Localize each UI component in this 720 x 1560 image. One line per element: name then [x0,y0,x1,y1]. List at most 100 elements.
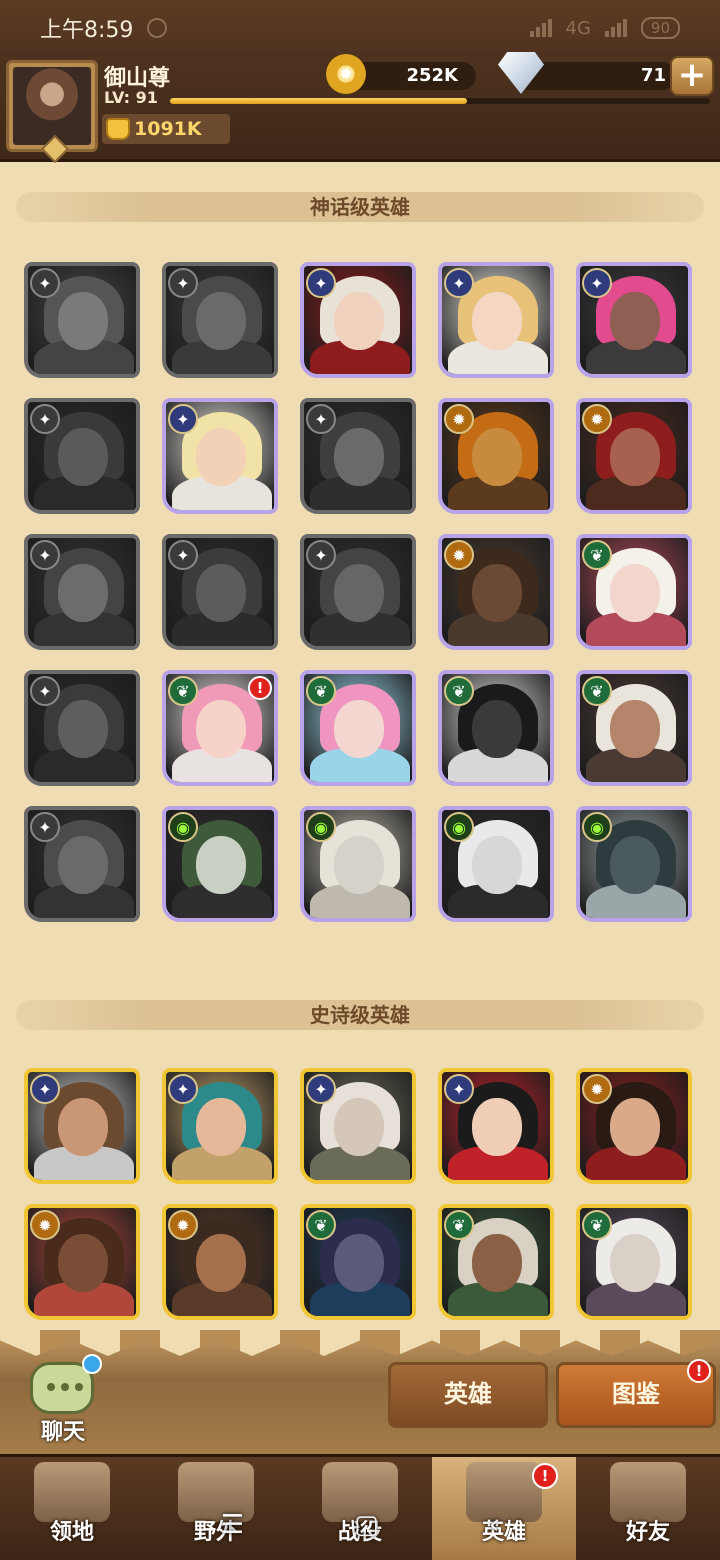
none-faction-icon: ✦ [306,404,336,434]
mythic-hero-card[interactable]: ✦ [162,262,278,378]
epic-hero-card[interactable]: ✹ [576,1068,692,1184]
wilder-faction-icon: ❦ [168,676,198,706]
epic-hero-card[interactable]: ✹ [24,1204,140,1320]
lightbearer-faction-icon: ✦ [306,1074,336,1104]
mythic-hero-card[interactable]: ◉ [576,806,692,922]
chat-button[interactable]: 聊天 [18,1354,108,1446]
mythic-hero-card[interactable]: ✦ [162,534,278,650]
battery-indicator: 90 [640,17,680,39]
chat-notification-dot [82,1354,102,1374]
lightbearer-faction-icon: ✦ [444,1074,474,1104]
avatar [13,67,91,145]
none-faction-icon: ✦ [168,540,198,570]
xp-progress-bar [170,98,710,104]
mauler-faction-icon: ✹ [444,540,474,570]
graveborn-faction-icon: ◉ [306,812,336,842]
mythic-hero-card[interactable]: ✦ [162,398,278,514]
tab-codex-label: 图鉴 [612,1380,660,1408]
graveborn-faction-icon: ◉ [582,812,612,842]
network-type: 4G [565,17,591,39]
mythic-hero-card[interactable]: ✹ [438,534,554,650]
player-avatar-frame[interactable] [6,60,98,164]
lightbearer-faction-icon: ✦ [582,268,612,298]
epic-hero-card[interactable]: ❦ [438,1204,554,1320]
mythic-hero-card[interactable]: ✹ [438,398,554,514]
mythic-hero-card[interactable]: ✦ [24,262,140,378]
mythic-hero-card[interactable]: ✦ [24,806,140,922]
mythic-section-title: 神话级英雄 [16,192,704,222]
epic-hero-card[interactable]: ❦ [300,1204,416,1320]
mauler-faction-icon: ✹ [582,1074,612,1104]
none-faction-icon: ✦ [30,812,60,842]
lightbearer-faction-icon: ✦ [168,404,198,434]
signal-icon [529,19,552,37]
status-bar: 上午8:59 4G 90 [0,0,720,56]
epic-hero-card[interactable]: ✦ [162,1068,278,1184]
signal-icon-secondary [604,19,627,37]
system-back-button[interactable]: ‹ [489,1510,499,1540]
mythic-hero-card[interactable]: ✦ [24,534,140,650]
alarm-icon [147,18,168,38]
fist-icon [106,118,130,140]
wilder-faction-icon: ❦ [306,1210,336,1240]
mythic-hero-card[interactable]: ✦ [24,398,140,514]
epic-hero-grid: ✦ ✦ ✦ ✦ ✹ ✹ ✹ ❦ ❦ ❦ [24,1068,700,1320]
gold-coin-icon: ✹ [326,54,366,94]
hero-alert-badge: ! [248,676,272,700]
epic-hero-card[interactable]: ✦ [438,1068,554,1184]
mythic-hero-card[interactable]: ✦ [300,534,416,650]
mauler-faction-icon: ✹ [168,1210,198,1240]
gold-amount: 252K [406,65,458,86]
mythic-hero-card[interactable]: ❦ [576,670,692,786]
mythic-hero-card[interactable]: ❦! [162,670,278,786]
epic-hero-card[interactable]: ✦ [24,1068,140,1184]
mythic-hero-card[interactable]: ◉ [438,806,554,922]
mythic-hero-card[interactable]: ❦ [300,670,416,786]
mythic-hero-card[interactable]: ✦ [24,670,140,786]
none-faction-icon: ✦ [30,268,60,298]
wilder-faction-icon: ❦ [582,540,612,570]
player-level: LV: 91 [104,88,158,107]
mythic-hero-card[interactable]: ✦ [300,398,416,514]
xp-progress-fill [170,98,467,104]
chat-label: 聊天 [40,1420,85,1445]
epic-hero-card[interactable]: ❦ [576,1204,692,1320]
mauler-faction-icon: ✹ [582,404,612,434]
wilder-faction-icon: ❦ [444,1210,474,1240]
mythic-hero-card[interactable]: ✦ [438,262,554,378]
wilder-faction-icon: ❦ [582,676,612,706]
mythic-hero-card[interactable]: ❦ [576,534,692,650]
epic-hero-card[interactable]: ✹ [162,1204,278,1320]
add-diamonds-button[interactable]: + [670,56,714,96]
none-faction-icon: ✦ [168,268,198,298]
tab-heroes[interactable]: 英雄 [388,1362,548,1428]
mythic-hero-card[interactable]: ◉ [162,806,278,922]
mauler-faction-icon: ✹ [444,404,474,434]
wilder-faction-icon: ❦ [306,676,336,706]
epic-hero-card[interactable]: ✦ [300,1068,416,1184]
lightbearer-faction-icon: ✦ [30,1074,60,1104]
system-home-button[interactable]: ▢ [354,1510,379,1540]
mythic-hero-card[interactable]: ✦ [576,262,692,378]
wilder-faction-icon: ❦ [444,676,474,706]
wilder-faction-icon: ❦ [582,1210,612,1240]
lightbearer-faction-icon: ✦ [444,268,474,298]
mauler-faction-icon: ✹ [30,1210,60,1240]
mythic-hero-card[interactable]: ◉ [300,806,416,922]
system-navigation: ☰ ▢ ‹ [0,1500,720,1550]
mythic-hero-card[interactable]: ✹ [576,398,692,514]
system-menu-button[interactable]: ☰ [221,1510,244,1540]
codex-alert-badge: ! [687,1359,711,1383]
player-header: 御山尊 LV: 91 1091K 252K ✹ 71 + [0,52,720,164]
tab-codex[interactable]: 图鉴 ! [556,1359,716,1428]
none-faction-icon: ✦ [306,540,336,570]
graveborn-faction-icon: ◉ [168,812,198,842]
mythic-hero-card[interactable]: ✦ [300,262,416,378]
combat-power-box: 1091K [102,114,230,144]
graveborn-faction-icon: ◉ [444,812,474,842]
clock-time: 上午8:59 [40,18,134,43]
mythic-hero-card[interactable]: ❦ [438,670,554,786]
lightbearer-faction-icon: ✦ [306,268,336,298]
epic-section-title: 史诗级英雄 [16,1000,704,1030]
lightbearer-faction-icon: ✦ [168,1074,198,1104]
